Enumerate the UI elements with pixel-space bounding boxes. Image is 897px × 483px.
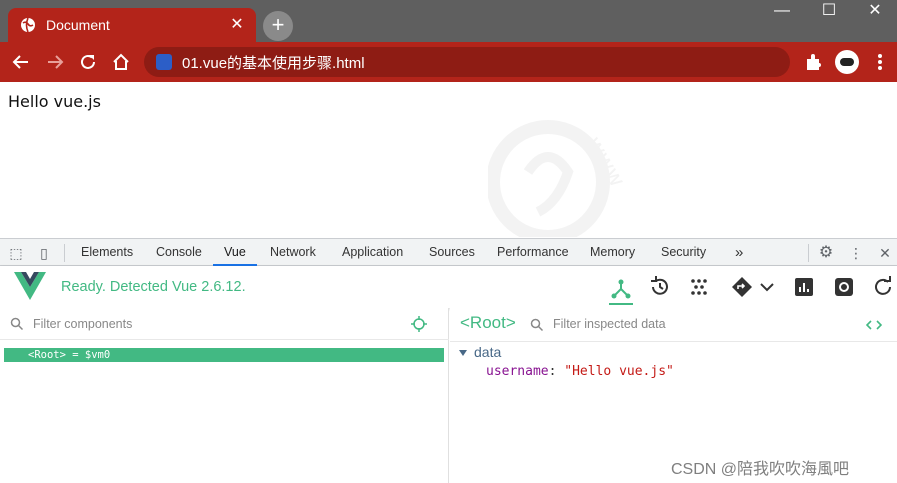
performance-icon[interactable] (792, 275, 816, 299)
tab-sources[interactable]: Sources (429, 239, 475, 266)
inspected-component-label: <Root> (460, 313, 516, 332)
tab-console[interactable]: Console (156, 239, 202, 266)
forward-icon[interactable] (42, 50, 68, 74)
divider (808, 244, 809, 262)
more-tabs-icon[interactable]: » (735, 239, 743, 266)
settings-icon[interactable] (832, 275, 856, 299)
filter-data-input[interactable]: Filter inspected data (553, 317, 666, 331)
vuex-icon[interactable] (687, 275, 711, 299)
globe-icon (21, 17, 35, 33)
maximize-icon[interactable]: ☐ (806, 0, 852, 24)
avatar[interactable] (835, 50, 859, 74)
kebab-menu-icon[interactable]: ⋮ (847, 244, 865, 262)
device-toolbar-icon[interactable]: ▯ (35, 244, 53, 262)
filter-components-bar: Filter components (0, 308, 449, 340)
devtools-tabbar: ⬚ ▯ Elements Console Vue Network Applica… (0, 238, 897, 266)
components-pane: Filter components <Root> = $vm0 (0, 308, 449, 483)
filter-components-input[interactable]: Filter components (33, 317, 132, 331)
routing-icon[interactable] (730, 275, 754, 299)
search-icon (10, 317, 24, 331)
property-colon: : (548, 364, 557, 379)
vue-devtools-header: Ready. Detected Vue 2.6.12. (0, 266, 897, 308)
svg-text:www: www (581, 133, 630, 192)
history-icon[interactable] (648, 275, 672, 299)
tab-network[interactable]: Network (270, 239, 316, 266)
menu-icon[interactable] (867, 50, 893, 74)
tab-security[interactable]: Security (661, 239, 706, 266)
home-icon[interactable] (108, 50, 134, 74)
watermark-logo: www (488, 120, 630, 237)
components-tab-icon[interactable] (609, 275, 633, 305)
address-bar[interactable]: 01.vue的基本使用步骤.html (144, 47, 790, 77)
close-window-icon[interactable]: ✕ (852, 0, 897, 24)
tab-memory[interactable]: Memory (590, 239, 635, 266)
tab-elements[interactable]: Elements (81, 239, 133, 266)
tab-vue[interactable]: Vue (213, 239, 257, 266)
inspect-element-icon[interactable]: ⬚ (7, 244, 25, 262)
browser-tab[interactable]: Document ✕ (8, 8, 256, 42)
code-icon[interactable] (866, 318, 882, 332)
search-icon (530, 318, 544, 332)
tree-row-root[interactable]: <Root> = $vm0 (4, 348, 444, 362)
page-content-text: Hello vue.js (8, 92, 101, 111)
tab-application[interactable]: Application (342, 239, 403, 266)
divider (64, 244, 65, 262)
new-tab-button[interactable]: + (263, 11, 293, 41)
close-tab-icon[interactable]: ✕ (228, 16, 246, 34)
extensions-icon[interactable] (800, 50, 826, 74)
vue-logo-icon (14, 272, 46, 300)
browser-tabstrip: Document ✕ + — ☐ ✕ (0, 0, 897, 42)
data-property: username: "Hello vue.js" (486, 364, 674, 379)
reload-icon[interactable] (75, 50, 101, 74)
refresh-icon[interactable] (871, 275, 895, 299)
property-value[interactable]: "Hello vue.js" (564, 364, 674, 379)
csdn-watermark: CSDN @陪我吹吹海風吧 (671, 461, 850, 478)
back-icon[interactable] (8, 50, 34, 74)
settings-gear-icon[interactable]: ⚙ (817, 244, 835, 262)
tab-performance[interactable]: Performance (497, 239, 569, 266)
browser-toolbar: 01.vue的基本使用步骤.html (0, 42, 897, 82)
page-viewport: Hello vue.js www (0, 82, 897, 237)
status-text: Ready. Detected Vue 2.6.12. (61, 279, 246, 295)
minimize-icon[interactable]: — (759, 0, 805, 24)
chevron-down-icon[interactable] (755, 275, 779, 299)
close-devtools-icon[interactable]: ✕ (876, 244, 894, 262)
data-section-label[interactable]: data (474, 344, 501, 360)
tab-title: Document (46, 17, 110, 33)
property-key: username (486, 364, 549, 379)
select-component-icon[interactable] (411, 316, 427, 332)
caret-down-icon[interactable] (458, 348, 468, 358)
site-icon (156, 54, 172, 70)
url-text: 01.vue的基本使用步骤.html (182, 54, 365, 72)
filter-data-bar: <Root> Filter inspected data (450, 308, 897, 342)
